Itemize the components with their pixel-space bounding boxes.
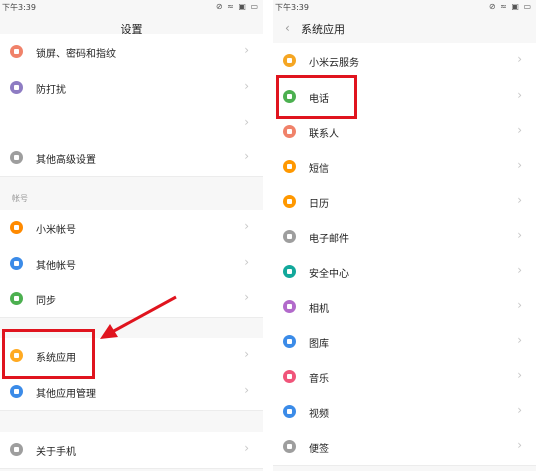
play-icon [283,405,296,418]
app-item-email[interactable]: 电子邮件 › [273,219,536,256]
image-icon [283,335,296,348]
system-apps-screen: 下午3:39 ⊘ ≈ ▣ ▭ ‹ 系统应用 小米云服务 › 电话 › 联系人 ›… [273,0,536,471]
message-icon [283,160,296,173]
item-label: 电子邮件 [309,234,349,245]
app-item-contacts[interactable]: 联系人 › [273,114,536,151]
status-icons: ⊘ ≈ ▣ ▭ [488,2,532,11]
item-label: 音乐 [309,374,329,385]
chevron-right-icon: › [517,438,522,452]
app-item-security-center[interactable]: 安全中心 › [273,254,536,291]
contacts-icon [283,125,296,138]
chevron-right-icon: › [517,123,522,137]
pointer-arrow [100,295,177,339]
app-item-notes[interactable]: 便签 › [273,429,536,466]
mail-icon [283,230,296,243]
item-label: 便签 [309,444,329,455]
status-bar: 下午3:39 ⊘ ≈ ▣ ▭ [273,0,536,15]
chevron-right-icon: › [517,158,522,172]
chevron-right-icon: › [517,263,522,277]
app-item-music[interactable]: 音乐 › [273,359,536,396]
music-icon [283,370,296,383]
page-title: 系统应用 [301,23,345,36]
chevron-right-icon: › [517,52,522,66]
calendar-icon [283,195,296,208]
screens-divider [263,0,273,471]
cloud-icon [283,54,296,67]
item-label: 安全中心 [309,269,349,280]
chevron-right-icon: › [517,298,522,312]
back-arrow-icon[interactable]: ‹ [285,21,290,35]
chevron-right-icon: › [517,403,522,417]
camera-icon [283,300,296,313]
settings-screen: 下午3:39 ⊘ ≈ ▣ ▭ 设置 锁屏、密码和指纹 › 防打扰 › › 其他高… [0,0,263,471]
app-item-camera[interactable]: 相机 › [273,289,536,326]
item-label: 短信 [309,164,329,175]
note-icon [283,440,296,453]
app-item-calendar[interactable]: 日历 › [273,184,536,221]
shield-icon [283,265,296,278]
app-item-video[interactable]: 视频 › [273,394,536,431]
app-item-gallery[interactable]: 图库 › [273,324,536,361]
chevron-right-icon: › [517,228,522,242]
item-label: 日历 [309,199,329,210]
highlight-box-phone [276,75,357,119]
chevron-right-icon: › [517,193,522,207]
item-label: 相机 [309,304,329,315]
item-label: 图库 [309,339,329,350]
status-time: 下午3:39 [275,3,309,12]
chevron-right-icon: › [517,333,522,347]
chevron-right-icon: › [517,368,522,382]
item-label: 小米云服务 [309,58,359,69]
app-item-messages[interactable]: 短信 › [273,149,536,186]
chevron-right-icon: › [517,88,522,102]
title-bar: ‹ 系统应用 [273,15,536,41]
item-label: 视频 [309,409,329,420]
item-label: 联系人 [309,129,339,140]
